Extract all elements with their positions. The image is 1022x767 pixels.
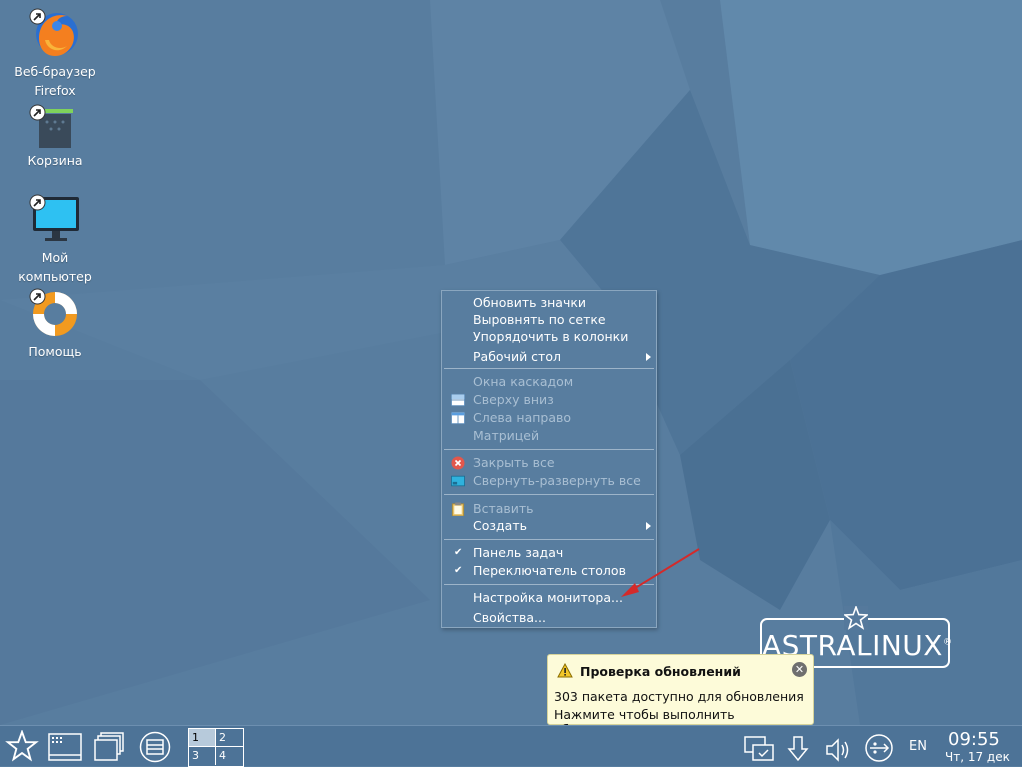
tile-vertical-icon (451, 411, 465, 425)
menu-item-label: Свернуть-развернуть все (473, 473, 641, 488)
desktop-icon-label: Firefox (34, 83, 76, 98)
shortcut-arrow-icon (29, 288, 46, 305)
desktop-icon-label: Веб-браузер (14, 64, 96, 79)
menu-item-refresh-icons[interactable]: Обновить значки (442, 294, 656, 312)
menu-item-tile-left-right[interactable]: Слева направо (442, 409, 656, 427)
file-manager-icon[interactable] (139, 731, 171, 763)
menu-item-label: Упорядочить в колонки (473, 329, 629, 344)
desktop-icon-label: Помощь (28, 344, 82, 359)
display-settings-icon[interactable] (744, 733, 774, 765)
menu-item-align-grid[interactable]: Выровнять по сетке (442, 311, 656, 329)
clock-date[interactable]: Чт, 17 дек (945, 750, 1010, 764)
close-all-icon (451, 456, 465, 470)
desktop-pager: 1 2 3 4 (188, 728, 244, 767)
annotation-arrow-icon (621, 548, 700, 597)
start-menu-star-icon[interactable] (5, 730, 39, 762)
keyboard-layout-indicator[interactable]: EN (909, 739, 927, 754)
menu-item-label: Вставить (473, 501, 534, 516)
close-icon[interactable]: ✕ (792, 662, 807, 677)
menu-item-label: Свойства... (473, 610, 546, 625)
desktop-icon-help[interactable]: Помощь (0, 288, 110, 361)
notification-text: 303 пакета доступно для обновления (554, 689, 804, 704)
menu-item-properties[interactable]: Свойства... (442, 609, 656, 627)
menu-item-label: Настройка монитора... (473, 590, 623, 605)
pager-label: 2 (219, 731, 226, 744)
menu-item-arrange-columns[interactable]: Упорядочить в колонки (442, 328, 656, 346)
menu-separator (444, 368, 654, 369)
logo-registered-mark: ® (942, 637, 953, 648)
menu-item-label: Окна каскадом (473, 374, 574, 389)
desktop-icon-label: компьютер (18, 269, 92, 284)
menu-separator (444, 449, 654, 450)
tile-horizontal-icon (451, 393, 465, 407)
menu-item-label: Создать (473, 518, 527, 533)
minimize-all-icon (451, 475, 465, 487)
paste-icon (451, 502, 465, 516)
menu-item-label: Выровнять по сетке (473, 312, 606, 327)
pager-label: 1 (192, 731, 199, 744)
menu-item-minimize-all[interactable]: Свернуть-развернуть все (442, 472, 656, 490)
menu-item-label: Матрицей (473, 428, 540, 443)
menu-item-desktop[interactable]: Рабочий стол (442, 348, 656, 366)
submenu-arrow-icon (646, 522, 651, 530)
menu-item-label: Обновить значки (473, 295, 587, 310)
menu-item-cascade[interactable]: Окна каскадом (442, 373, 656, 391)
update-notification[interactable]: Проверка обновлений ✕ 303 пакета доступн… (547, 654, 814, 737)
shortcut-arrow-icon (29, 8, 46, 25)
desktop-icon-trash[interactable]: Корзина (0, 104, 110, 170)
shortcut-arrow-icon (29, 194, 46, 211)
volume-icon[interactable] (824, 734, 852, 766)
shortcut-arrow-icon (29, 104, 46, 121)
notification-title: Проверка обновлений (580, 664, 741, 679)
checkmark-icon: ✔ (454, 547, 463, 558)
pager-desktop-3[interactable]: 3 (189, 747, 216, 765)
pager-desktop-1[interactable]: 1 (189, 729, 216, 747)
menu-item-label: Панель задач (473, 545, 564, 560)
pager-label: 3 (192, 749, 199, 762)
network-icon[interactable] (864, 732, 894, 764)
clock-time[interactable]: 09:55 (948, 729, 1000, 750)
windows-list-icon[interactable] (93, 731, 127, 763)
menu-item-paste[interactable]: Вставить (442, 500, 656, 518)
star-icon (844, 606, 868, 630)
pager-desktop-4[interactable]: 4 (216, 747, 243, 765)
update-download-icon[interactable] (786, 733, 810, 765)
pager-label: 4 (219, 749, 226, 762)
desktop-icon-firefox[interactable]: Веб-браузер Firefox (0, 8, 110, 100)
warning-icon (557, 663, 573, 678)
menu-item-label: Рабочий стол (473, 349, 561, 364)
desktop-icon-label: Корзина (27, 153, 83, 168)
menu-item-tile-top-bottom[interactable]: Сверху вниз (442, 391, 656, 409)
app-launcher-icon[interactable] (48, 731, 82, 763)
submenu-arrow-icon (646, 353, 651, 361)
checkmark-icon: ✔ (454, 565, 463, 576)
menu-separator (444, 494, 654, 495)
menu-item-create[interactable]: Создать (442, 517, 656, 535)
desktop-icon-label: Мой (41, 250, 69, 265)
menu-item-label: Слева направо (473, 410, 572, 425)
menu-item-label: Переключатель столов (473, 563, 626, 578)
desktop-icon-my-computer[interactable]: Мой компьютер (0, 194, 110, 286)
menu-item-matrix[interactable]: Матрицей (442, 427, 656, 445)
taskbar: 1 2 3 4 EN 09:55 Чт, 17 дек (0, 725, 1022, 767)
menu-separator (444, 539, 654, 540)
pager-desktop-2[interactable]: 2 (216, 729, 243, 747)
menu-item-label: Сверху вниз (473, 392, 554, 407)
menu-item-label: Закрыть все (473, 455, 555, 470)
menu-item-close-all[interactable]: Закрыть все (442, 454, 656, 472)
